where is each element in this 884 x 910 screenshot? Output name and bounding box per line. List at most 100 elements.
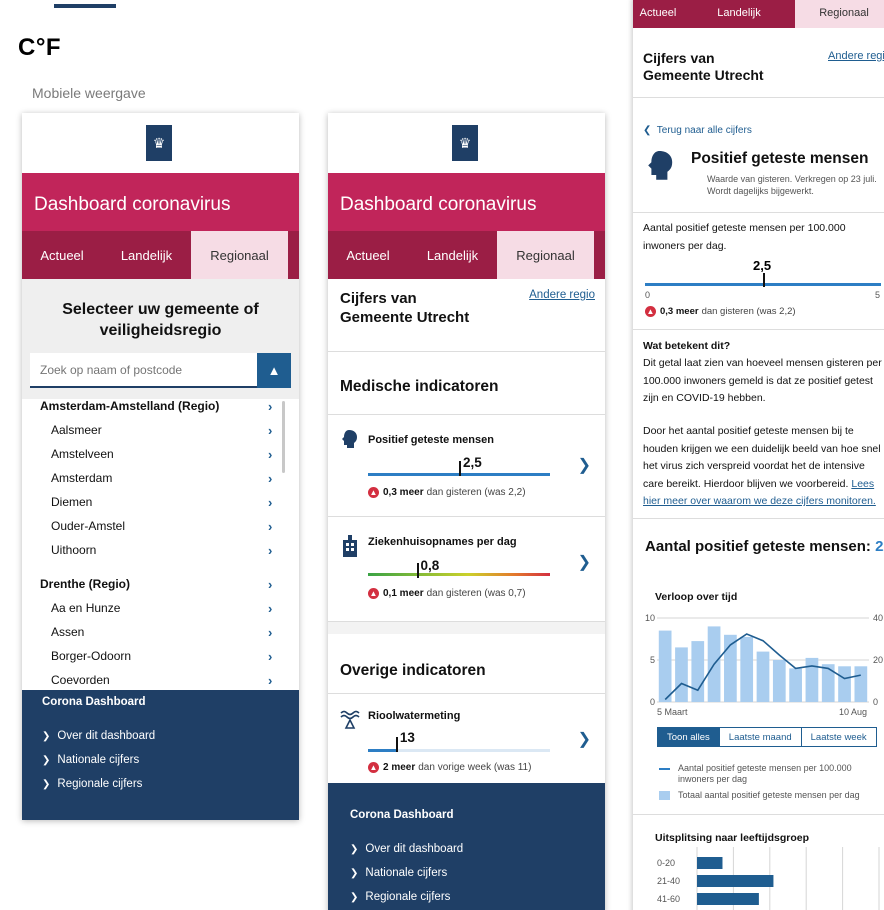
indicator-card[interactable]: Ziekenhuisopnames per dag 0,8 ▲ 0,1 meer d… [328,517,605,622]
main-tabs: Actueel Landelijk Regionaal [328,231,605,279]
tab-regionaal[interactable]: Regionaal [191,231,288,279]
bar [838,666,851,702]
bar [756,651,770,702]
section-label: Mobiele weergave [32,85,146,101]
other-indicators-title: Overige indicatoren [340,662,486,679]
scrollbar[interactable] [282,401,285,473]
chevron-right-icon: › [268,624,273,640]
indicator-value: 2,5 [463,455,482,470]
region-header: Cijfers van Gemeente Utrecht Andere regi… [633,28,884,98]
chevron-right-icon: › [268,470,273,486]
back-link[interactable]: ❮ Terug naar alle cijfers [643,125,752,136]
list-item-label: Diemen [51,495,93,509]
list-item-label: Assen [51,625,85,639]
list-item[interactable]: Amsterdam › [22,466,299,490]
tab-regionaal[interactable]: Regionaal [497,231,594,279]
age-label: 21-40 [657,876,680,886]
list-item[interactable]: Aalsmeer › [22,418,299,442]
tab-regionaal[interactable]: Regionaal [795,0,884,28]
region-list: Amsterdam-Amstelland (Regio) › Aalsmeer › … [22,394,299,690]
footer-link[interactable]: ❯ Regionale cijfers [42,778,287,790]
indicator-marker [416,563,419,578]
header-logo-bar: ♛ [328,113,605,173]
indicator-value: 13 [399,730,415,745]
y-tick-left: 0 [650,697,655,707]
rijksoverheid-crest-icon[interactable]: ♛ [146,125,172,161]
list-item[interactable]: Diemen › [22,490,299,514]
age-bar [697,875,774,887]
chevron-right-icon: › [268,494,273,510]
region-name: Drenthe (Regio) [40,577,130,591]
x-axis-end: 10 Aug [839,707,868,717]
bar [691,641,705,702]
indicator-card[interactable]: Rioolwatermeting 13 ▲ 2 meer dan vorige we… [328,694,605,792]
toggle-last-month[interactable]: Laatste maand [720,728,802,746]
chevron-right-icon[interactable]: ❯ [578,552,591,572]
y-tick-right: 40 [873,613,883,623]
other-region-link[interactable]: Andere regio [529,289,595,301]
tab-actueel[interactable]: Actueel [633,0,683,28]
list-item-label: Ouder-Amstel [51,519,126,533]
other-region-link[interactable]: Andere regio [828,50,884,62]
indicator-card[interactable]: Positief geteste mensen 2,5 ▲ 0,3 meer dan… [328,414,605,517]
chevron-right-icon: › [268,576,273,592]
region-group[interactable]: Drenthe (Regio) › [22,572,299,596]
footer: Corona Dashboard ❯ Over dit dashboard ❯ Na… [328,783,605,910]
chevron-right-icon[interactable]: ❯ [578,729,591,749]
collapse-chevron-up-icon[interactable]: ▲ [257,353,291,388]
meaning-text: Dit getal laat zien van hoeveel mensen g… [643,357,882,404]
tab-actueel[interactable]: Actueel [328,231,408,279]
tab-landelijk[interactable]: Landelijk [408,231,497,279]
chevron-right-icon: › [268,542,273,558]
chevron-right-icon: ❯ [42,730,51,742]
medical-indicators-title: Medische indicatoren [340,378,499,395]
footer-link[interactable]: ❯ Nationale cijfers [42,754,287,766]
chevron-right-icon: ❯ [350,867,359,879]
list-item-label: Coevorden [51,673,110,687]
main-tabs: Actueel Landelijk Regionaal [633,0,884,28]
bar [805,657,819,702]
chevron-right-icon: › [268,398,273,414]
list-item[interactable]: Amstelveen › [22,442,299,466]
select-title: Selecteer uw gemeente of veiligheidsregi… [62,301,259,339]
list-item[interactable]: Ouder-Amstel › [22,514,299,538]
positive-test-person-icon [648,151,673,180]
region-title-line2: Gemeente Utrecht [340,309,470,326]
footer-link[interactable]: ❯ Regionale cijfers [350,891,593,903]
rijksoverheid-crest-icon[interactable]: ♛ [452,125,478,161]
indicator-name: Rioolwatermeting [368,710,461,722]
phone-region-select: ♛ Dashboard coronavirus Actueel Landelij… [22,113,299,820]
list-item-label: Aalsmeer [51,423,102,437]
indicator-marker [459,461,461,476]
toggle-show-all[interactable]: Toon alles [658,728,720,746]
region-group[interactable]: Amsterdam-Amstelland (Regio) › [22,394,299,418]
scale-min: 0 [645,290,651,300]
tab-landelijk[interactable]: Landelijk [102,231,191,279]
indicator-delta: ▲ 0,3 meer dan gisteren (was 2,2) [645,306,796,317]
header-logo-bar: ♛ [22,113,299,173]
indicator-title: Positief geteste mensen [691,150,869,167]
footer-link[interactable]: ❯ Nationale cijfers [350,867,593,879]
indicator-name: Positief geteste mensen [368,434,494,446]
list-item[interactable]: Coevorden › [22,668,299,690]
chevron-right-icon: › [268,422,273,438]
list-item[interactable]: Assen › [22,620,299,644]
chevron-right-icon[interactable]: ❯ [578,455,591,475]
list-item[interactable]: Aa en Hunze › [22,596,299,620]
search-input[interactable] [30,353,250,386]
list-item[interactable]: Uithoorn › [22,538,299,562]
hospital-icon [343,535,357,557]
toggle-last-week[interactable]: Laatste week [802,728,876,746]
age-bar [697,893,759,905]
tab-landelijk[interactable]: Landelijk [683,0,795,28]
brand-accent-line [54,4,116,8]
footer-title: Corona Dashboard [350,809,454,821]
chevron-right-icon: › [268,672,273,688]
phone-gemeente-overview: ♛ Dashboard coronavirus Actueel Landelij… [328,113,605,910]
tab-actueel[interactable]: Actueel [22,231,102,279]
chevron-right-icon: ❯ [42,754,51,766]
footer-link[interactable]: ❯ Over dit dashboard [350,843,593,855]
list-item[interactable]: Borger-Odoorn › [22,644,299,668]
footer-link[interactable]: ❯ Over dit dashboard [42,730,287,742]
indicator-delta: ▲ 0,3 meer dan gisteren (was 2,2) [368,487,526,498]
